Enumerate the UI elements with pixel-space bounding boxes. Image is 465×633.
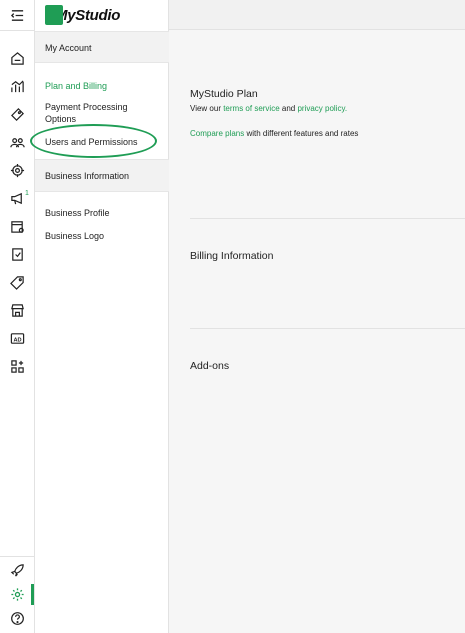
business-information-header: Business Information [35,159,169,192]
compare-suffix: with different features and rates [244,129,359,138]
active-indicator [31,584,34,605]
compare-plans-link[interactable]: Compare plans [190,129,244,138]
rail-divider [0,30,35,31]
menu-collapse-icon[interactable] [0,3,35,27]
addons-section-title: Add-ons [190,360,230,372]
integrations-icon[interactable] [0,158,35,182]
plan-text-prefix: View our [190,104,224,113]
logo-mark-icon [45,5,63,25]
brand-name: MyStudio [55,6,121,24]
top-bar [169,0,465,30]
rocket-icon[interactable] [0,558,35,582]
price-tag-icon[interactable] [0,270,35,294]
plan-and-billing-link[interactable]: Plan and Billing [45,80,107,92]
help-icon[interactable] [0,606,35,630]
megaphone-icon[interactable] [0,186,35,210]
business-profile-link[interactable]: Business Profile [45,207,110,219]
ad-icon[interactable]: AD [0,326,35,350]
analytics-icon[interactable] [0,74,35,98]
billing-section-title: Billing Information [190,250,274,262]
compare-plans-line: Compare plans with different features an… [190,129,358,138]
section-divider [190,328,465,329]
storefront-icon[interactable] [0,298,35,322]
settings-sidebar: MyStudio My Account Plan and Billing Pay… [35,0,169,633]
period-text: . [344,104,348,113]
home-icon[interactable] [0,46,35,70]
main-content: MyStudio Plan View our terms of service … [169,30,465,633]
business-information-label: Business Information [45,171,130,181]
settings-gear-icon[interactable] [0,582,35,606]
svg-text:AD: AD [13,337,21,343]
calendar-settings-icon[interactable] [0,214,35,238]
apps-add-icon[interactable] [0,354,35,378]
payment-processing-options-link[interactable]: Payment Processing Options [45,101,155,125]
notification-badge: 1 [25,190,29,197]
rail-divider [0,556,35,557]
highlight-annotation [30,124,157,158]
business-logo-link[interactable]: Business Logo [45,230,104,242]
icon-rail: 1 AD [0,0,35,633]
my-account-header: My Account [35,31,169,63]
brand-logo[interactable]: MyStudio [45,4,120,26]
tag-ticket-icon[interactable] [0,102,35,126]
plan-description: View our terms of service and privacy po… [190,104,347,113]
plan-section-title: MyStudio Plan [190,88,258,100]
terms-of-service-link[interactable]: terms of service [223,104,279,113]
and-text: and [279,104,298,113]
privacy-policy-link[interactable]: privacy policy [297,104,344,113]
section-divider [190,218,465,219]
my-account-label: My Account [45,43,92,53]
checklist-icon[interactable] [0,242,35,266]
